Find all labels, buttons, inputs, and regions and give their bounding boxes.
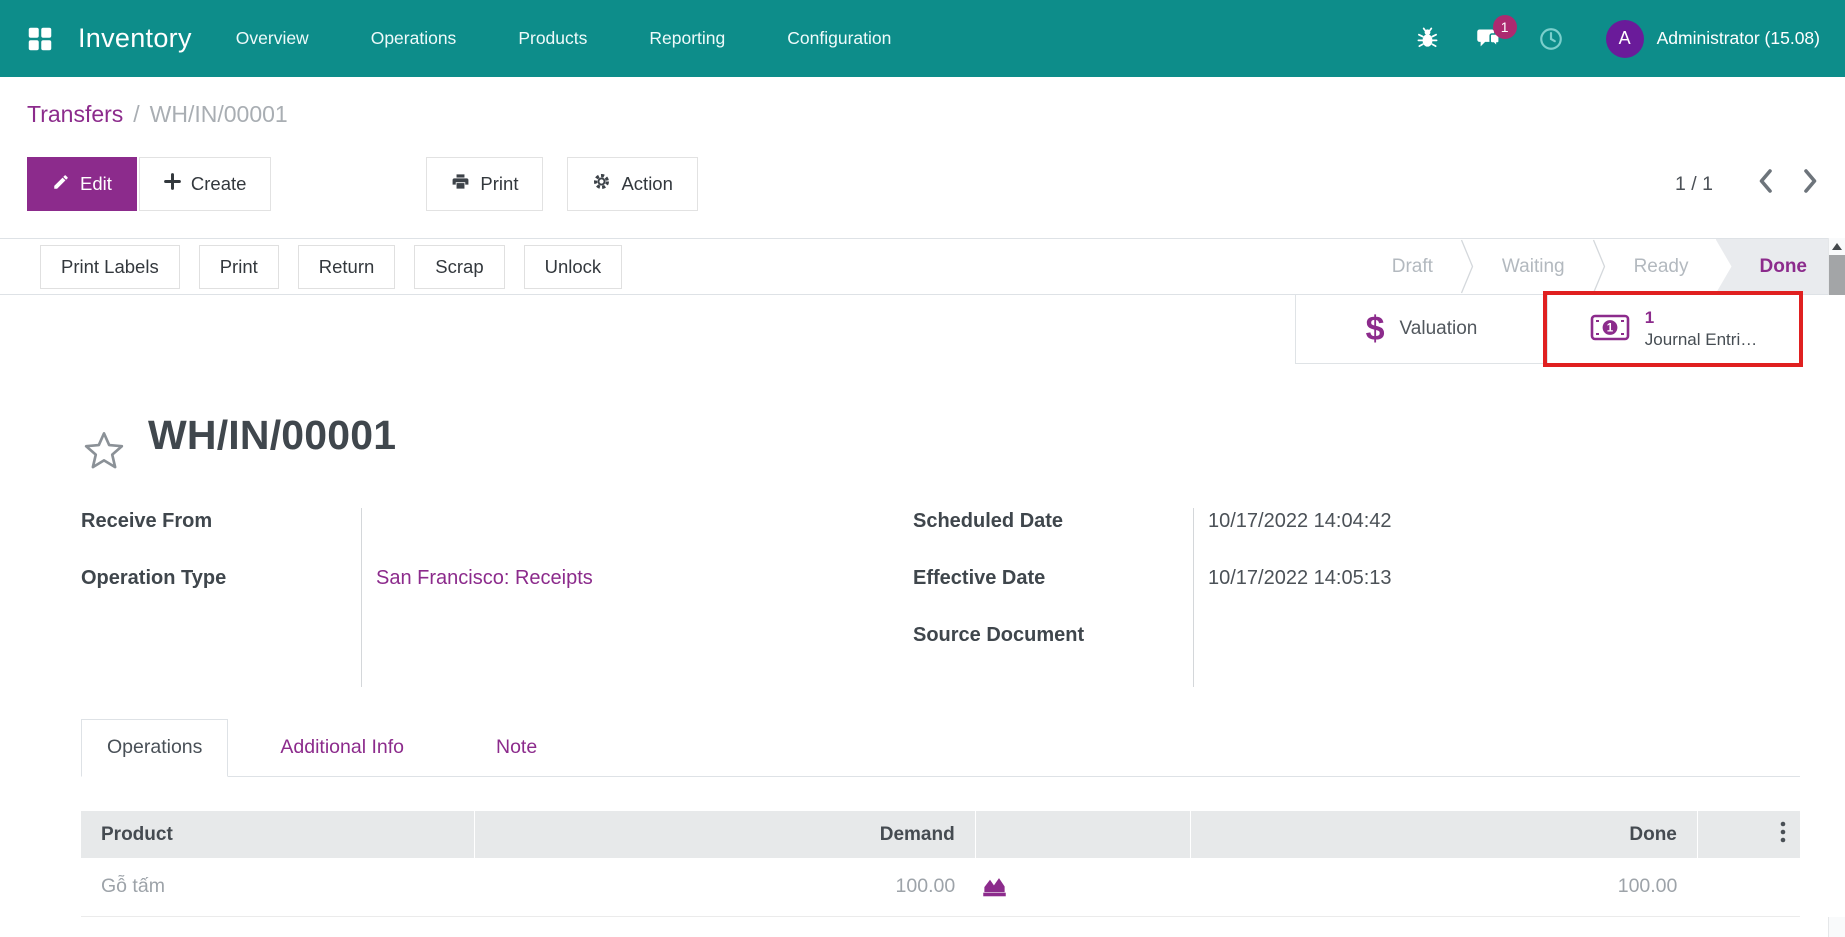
menu-overview[interactable]: Overview [236,28,309,49]
user-menu[interactable]: A Administrator (15.08) [1605,19,1820,58]
user-name: Administrator (15.08) [1656,28,1820,48]
menu-operations[interactable]: Operations [371,28,457,49]
form-sheet: $ Valuation 1 1 Journal Entri… WH/IN/000… [0,295,1845,917]
print-labels-button[interactable]: Print Labels [40,244,180,289]
activities-clock-icon[interactable] [1538,26,1564,52]
apps-grid-icon[interactable] [25,24,55,54]
pager: 1 / 1 [1675,168,1819,200]
tab-note[interactable]: Note [471,720,562,776]
stage-separator-icon [1592,239,1607,294]
print-button[interactable]: Print [426,157,544,211]
table-row[interactable]: Gỗ tấm 100.00 100.00 [81,858,1800,917]
record-title: WH/IN/00001 [148,412,397,458]
favorite-star-icon[interactable] [81,428,127,474]
operations-table: Product Demand Done Gỗ tấm 100.00 100.00 [81,811,1800,917]
pager-previous-icon[interactable] [1757,168,1774,200]
field-label-source-document: Source Document [913,624,1085,646]
message-count-badge: 1 [1492,15,1517,39]
pager-next-icon[interactable] [1802,168,1819,200]
field-label-operation-type: Operation Type [81,567,227,589]
field-group-right: Scheduled Date Effective Date Source Doc… [913,508,1800,687]
field-label-effective-date: Effective Date [913,567,1046,589]
breadcrumb-transfers-link[interactable]: Transfers [27,101,123,127]
form-statusbar: Print Labels Print Return Scrap Unlock D… [0,238,1845,295]
journal-entries-smart-button[interactable]: 1 1 Journal Entri… [1547,295,1799,363]
menu-products[interactable]: Products [518,28,587,49]
breadcrumb-separator: / [133,101,140,127]
column-header-done[interactable]: Done [1190,811,1698,858]
journal-entries-label: Journal Entri… [1644,330,1758,349]
messages-icon[interactable]: 1 [1475,15,1517,52]
unlock-button[interactable]: Unlock [523,244,623,289]
stage-waiting[interactable]: Waiting [1475,239,1592,294]
scrap-button[interactable]: Scrap [414,244,505,289]
breadcrumb-current: WH/IN/00001 [149,101,288,127]
stage-done[interactable]: Done [1715,239,1828,294]
print-statusbar-button[interactable]: Print [198,244,279,289]
scroll-up-arrow-icon[interactable] [1832,243,1842,250]
field-label-scheduled-date: Scheduled Date [913,510,1064,532]
field-group-left: Receive From Operation Type San Francisc… [81,508,913,687]
stage-ready[interactable]: Ready [1607,239,1716,294]
cell-spacer [1697,858,1800,917]
field-label-receive-from: Receive From [81,510,213,532]
plus-icon [163,173,181,195]
cell-product: Gỗ tấm [81,858,475,917]
column-header-demand[interactable]: Demand [474,811,976,858]
notebook-tabs: Operations Additional Info Note [81,719,1800,777]
field-value-scheduled-date: 10/17/2022 14:04:42 [1208,510,1392,532]
app-name[interactable]: Inventory [78,23,192,54]
svg-text:1: 1 [1607,323,1614,335]
pager-value: 1 / 1 [1675,172,1713,195]
cell-demand: 100.00 [474,858,976,917]
table-header-row: Product Demand Done [81,811,1800,858]
field-value-operation-type[interactable]: San Francisco: Receipts [376,565,913,622]
edit-button[interactable]: Edit [27,157,137,211]
column-header-product[interactable]: Product [81,811,475,858]
banknote-icon: 1 [1590,314,1630,344]
tab-additional-info[interactable]: Additional Info [255,720,429,776]
field-value-effective-date: 10/17/2022 14:05:13 [1208,567,1392,589]
gear-icon [592,172,611,196]
menu-configuration[interactable]: Configuration [787,28,891,49]
status-pipeline: Draft Waiting Ready Done [1365,239,1828,294]
main-menu: Overview Operations Products Reporting C… [236,28,892,49]
return-button[interactable]: Return [297,244,396,289]
top-navbar: Inventory Overview Operations Products R… [0,0,1845,77]
stage-draft[interactable]: Draft [1365,239,1460,294]
control-panel: Transfers / WH/IN/00001 Edit Create Print … [0,77,1845,238]
stage-separator-icon [1460,239,1475,294]
nav-right-section: 1 A Administrator (15.08) [1416,15,1820,58]
debug-bug-icon[interactable] [1416,27,1439,50]
cell-done: 100.00 [1190,858,1698,917]
action-button[interactable]: Action [567,157,698,211]
field-value-receive-from [376,508,913,565]
printer-icon [451,172,470,196]
menu-reporting[interactable]: Reporting [649,28,725,49]
journal-entries-count: 1 [1644,307,1655,327]
dollar-icon: $ [1365,310,1385,348]
avatar: A [1605,19,1644,58]
create-button[interactable]: Create [138,157,272,211]
tab-operations[interactable]: Operations [81,719,229,777]
column-header-spacer [974,811,1191,858]
forecast-chart-icon[interactable] [981,873,1008,900]
smart-button-box: $ Valuation 1 1 Journal Entri… [1295,295,1800,364]
pencil-icon [52,173,70,196]
breadcrumb: Transfers / WH/IN/00001 [27,101,1819,131]
field-value-source-document [1208,622,1800,679]
valuation-smart-button[interactable]: $ Valuation [1295,295,1547,363]
optional-columns-toggle[interactable] [1696,811,1800,858]
